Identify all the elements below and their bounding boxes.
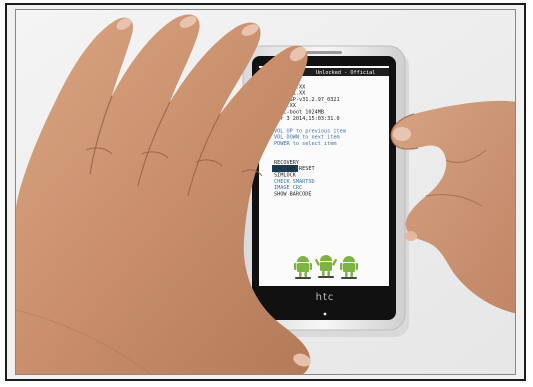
screen-line: Apr 3 2014,15:03:31.0 <box>274 116 340 122</box>
screen-header-text: Unlocked - Official <box>316 70 375 76</box>
screen-line: VOL DOWN to next item <box>274 135 340 141</box>
screen-line: IMAGE CRC <box>274 185 302 191</box>
screen-line: VOL UP to previous item <box>274 128 346 134</box>
photo: htc Unlocked - Official S-ONHBOOT-2.XXRA… <box>15 9 516 375</box>
phone-brand-logo: htc <box>316 292 335 303</box>
photo-frame: htc Unlocked - Official S-ONHBOOT-2.XXRA… <box>5 3 526 381</box>
screen-line: RECOVERY <box>274 160 300 166</box>
screen-line: POWER to select item <box>274 141 336 147</box>
screen-line: SHOW BARCODE <box>274 191 311 197</box>
screen-line: FASTBOOT <box>274 154 299 160</box>
photo-canvas: htc Unlocked - Official S-ONHBOOT-2.XXRA… <box>16 10 515 374</box>
screen-line: FACTORY RESET <box>274 166 315 172</box>
screen-line: SIMLOCK <box>274 173 297 179</box>
screen-line: CHECK SMARTSD <box>274 179 315 185</box>
